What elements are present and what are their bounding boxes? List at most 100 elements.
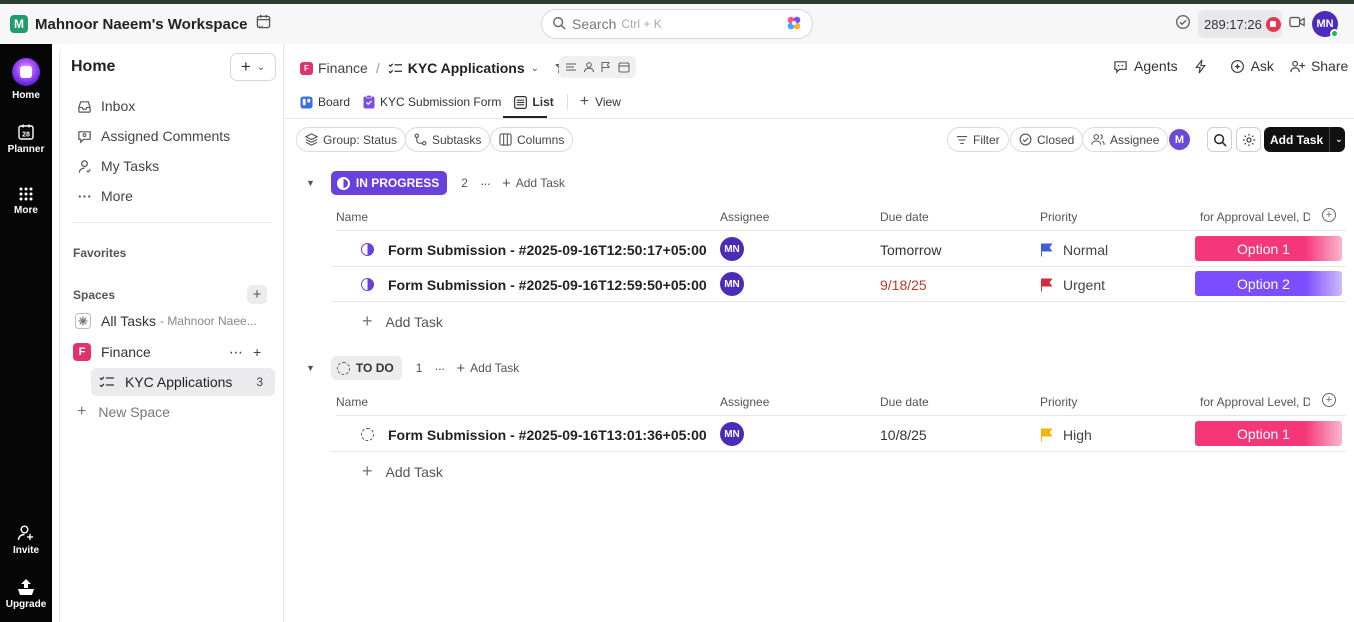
rail-item-invite[interactable]: Invite [0, 524, 52, 556]
assignee-avatar[interactable]: MN [720, 272, 744, 296]
breadcrumb-space[interactable]: Finance [318, 60, 368, 76]
sidebar-item-more[interactable]: More [77, 188, 133, 204]
group-add-task-button[interactable]: + Add Task [456, 360, 519, 377]
assignee-avatar[interactable]: MN [720, 237, 744, 261]
settings-button[interactable] [1236, 127, 1261, 152]
sidebar-item-my-tasks[interactable]: My Tasks [77, 158, 159, 174]
column-assignee[interactable]: Assignee [720, 395, 769, 409]
column-custom-field[interactable]: for Approval Level, D [1200, 210, 1310, 224]
table-row[interactable]: Form Submission - #2025-09-16T13:01:36+0… [332, 417, 1346, 452]
rail-item-upgrade[interactable]: Upgrade [0, 578, 52, 610]
add-column-icon[interactable]: + [1322, 393, 1336, 407]
add-task-row[interactable]: + Add Task [362, 461, 443, 482]
search-shortcut: Ctrl + K [621, 17, 662, 31]
custom-field-option[interactable]: Option 1 [1195, 421, 1342, 446]
filter-button[interactable]: Filter [947, 127, 1009, 152]
add-view-button[interactable]: + View [580, 93, 621, 111]
ellipsis-icon[interactable]: ··· [434, 361, 445, 376]
workspace-switcher[interactable]: M Mahnoor Naeem's Workspace ⌄ [6, 12, 270, 36]
me-filter-avatar[interactable]: M [1169, 129, 1190, 150]
ellipsis-icon[interactable]: ··· [480, 176, 491, 191]
group-by-button[interactable]: Group: Status [296, 127, 407, 152]
priority-cell[interactable]: Urgent [1040, 277, 1105, 293]
group-add-task-button[interactable]: + Add Task [502, 175, 565, 192]
timer-value: 289:17:26 [1204, 16, 1262, 32]
sidebar-item-finance[interactable]: F Finance [73, 343, 151, 361]
ai-sparkle-icon[interactable] [786, 15, 802, 34]
collapse-triangle-icon[interactable]: ▼ [306, 178, 315, 188]
search-tasks-button[interactable] [1207, 127, 1232, 152]
all-tasks-icon [75, 313, 91, 329]
columns-button[interactable]: Columns [490, 127, 574, 152]
share-button[interactable]: Share [1290, 58, 1348, 74]
due-date[interactable]: Tomorrow [880, 242, 941, 258]
video-icon[interactable] [1289, 15, 1305, 32]
assignee-filter-label: Assignee [1110, 132, 1160, 147]
automation-button[interactable] [1194, 59, 1214, 74]
sidebar-item-assigned-comments[interactable]: Assigned Comments [77, 128, 230, 144]
closed-button[interactable]: Closed [1010, 127, 1084, 152]
task-name[interactable]: Form Submission - #2025-09-16T12:50:17+0… [388, 242, 707, 258]
column-name[interactable]: Name [336, 395, 368, 409]
custom-field-option[interactable]: Option 2 [1195, 271, 1342, 296]
ask-button[interactable]: Ask [1230, 58, 1274, 74]
search-icon [552, 16, 566, 33]
stop-icon[interactable] [1265, 16, 1281, 32]
table-row[interactable]: Form Submission - #2025-09-16T12:59:50+0… [332, 267, 1346, 302]
search-input[interactable]: Search Ctrl + K [541, 9, 813, 39]
status-chip[interactable]: TO DO [330, 356, 402, 380]
chevron-down-icon[interactable]: ⌄ [531, 63, 539, 74]
column-due-date[interactable]: Due date [880, 210, 929, 224]
check-circle-icon[interactable] [1175, 14, 1191, 33]
tab-board[interactable]: Board [300, 95, 350, 109]
table-row[interactable]: Form Submission - #2025-09-16T12:50:17+0… [332, 232, 1346, 267]
column-custom-field[interactable]: for Approval Level, D [1200, 395, 1310, 409]
chevron-down-icon[interactable]: ⌄ [1335, 134, 1343, 145]
assignee-avatar[interactable]: MN [720, 422, 744, 446]
todo-status-icon[interactable] [361, 428, 374, 441]
priority-cell[interactable]: High [1040, 427, 1092, 443]
collapse-triangle-icon[interactable]: ▼ [306, 363, 315, 373]
add-task-row[interactable]: + Add Task [362, 311, 443, 332]
rail-label-home: Home [12, 90, 40, 101]
due-date[interactable]: 10/8/25 [880, 427, 927, 443]
spaces-heading[interactable]: Spaces [73, 288, 115, 302]
in-progress-status-icon[interactable] [361, 278, 374, 291]
calendar-icon[interactable] [256, 14, 271, 32]
due-date[interactable]: 9/18/25 [880, 277, 927, 293]
description-icon [565, 63, 576, 71]
column-priority[interactable]: Priority [1040, 210, 1077, 224]
agents-button[interactable]: Agents [1113, 58, 1178, 74]
new-space-button[interactable]: + New Space [77, 403, 170, 421]
column-name[interactable]: Name [336, 210, 368, 224]
priority-cell[interactable]: Normal [1040, 242, 1108, 258]
tab-list[interactable]: List [514, 95, 554, 109]
ellipsis-icon[interactable]: ⋯ [229, 344, 243, 361]
column-due-date[interactable]: Due date [880, 395, 929, 409]
sidebar-item-kyc-applications[interactable]: KYC Applications 3 [91, 368, 275, 396]
add-space-button[interactable]: + [247, 285, 267, 304]
add-task-button[interactable]: Add Task ⌄ [1264, 127, 1345, 152]
task-name[interactable]: Form Submission - #2025-09-16T12:59:50+0… [388, 277, 707, 293]
rail-item-planner[interactable]: 28 Planner [0, 123, 52, 155]
column-assignee[interactable]: Assignee [720, 210, 769, 224]
custom-field-option[interactable]: Option 1 [1195, 236, 1342, 261]
task-name[interactable]: Form Submission - #2025-09-16T13:01:36+0… [388, 427, 707, 443]
breadcrumb-list[interactable]: KYC Applications [408, 60, 525, 76]
assignee-filter-button[interactable]: Assignee [1082, 127, 1169, 152]
time-tracker[interactable]: 289:17:26 [1198, 10, 1282, 38]
plus-icon[interactable]: + [253, 344, 261, 361]
sidebar-create-button[interactable]: + ⌄ [230, 53, 276, 81]
subtasks-button[interactable]: Subtasks [405, 127, 491, 152]
status-chip[interactable]: IN PROGRESS [330, 171, 448, 195]
in-progress-status-icon[interactable] [361, 243, 374, 256]
column-priority[interactable]: Priority [1040, 395, 1077, 409]
rail-item-home[interactable]: Home [0, 58, 52, 101]
rail-item-more[interactable]: More [0, 186, 52, 216]
column-headers: Name Assignee Due date Priority for Appr… [336, 201, 1346, 231]
add-column-icon[interactable]: + [1322, 208, 1336, 222]
sidebar-item-all-tasks[interactable]: All Tasks - Mahnoor Naee... [75, 313, 257, 329]
sidebar-item-inbox[interactable]: Inbox [77, 98, 135, 114]
favorites-heading[interactable]: Favorites [73, 246, 126, 260]
tab-kyc-submission-form[interactable]: KYC Submission Form [363, 95, 501, 109]
